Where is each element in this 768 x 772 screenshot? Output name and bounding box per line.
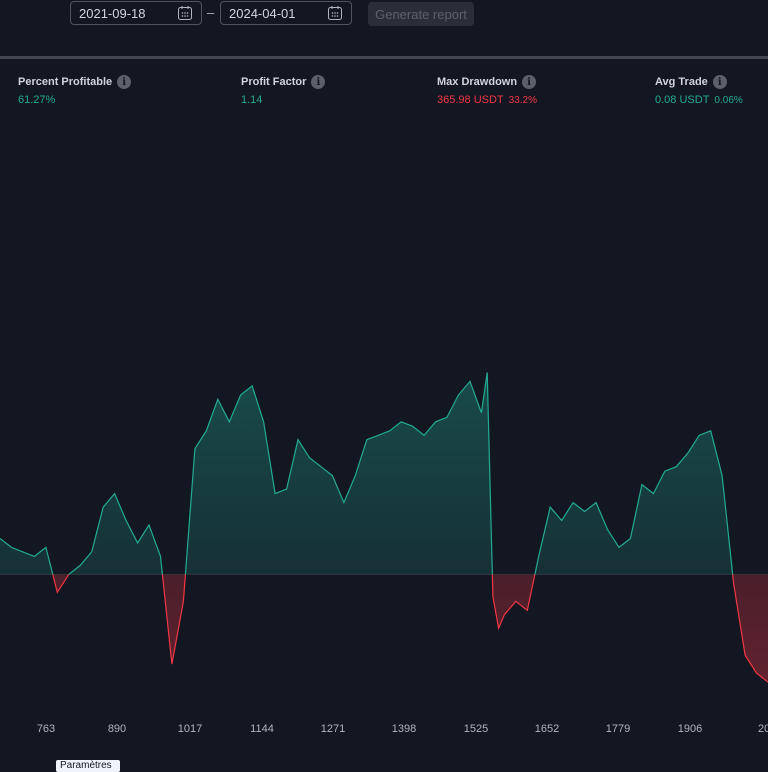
metric-label: Profit Factor xyxy=(241,76,307,88)
metric-value: 0.08 USDT xyxy=(655,94,710,106)
x-tick-label: 1906 xyxy=(678,723,702,735)
metric-value: 365.98 USDT xyxy=(437,94,504,106)
info-icon[interactable]: i xyxy=(522,75,537,89)
metric-value: 1.14 xyxy=(241,94,263,106)
equity-chart[interactable]: 763 890 1017 1144 1271 1398 1525 1652 1779 1906 20… xyxy=(0,330,768,750)
end-date-input[interactable]: 2024-04-01 xyxy=(220,1,352,25)
metric-label: Percent Profitable xyxy=(18,76,113,88)
calendar-icon[interactable] xyxy=(177,5,193,21)
x-tick-label: 763 xyxy=(37,723,55,735)
metric-avg-trade: Avg Trade i 0.08 USDT 0.06% xyxy=(655,75,743,106)
x-tick-label: 1398 xyxy=(392,723,416,735)
metric-percent: 0.06% xyxy=(714,95,743,106)
metric-percent: 33.2% xyxy=(508,95,538,106)
x-tick-label: 1271 xyxy=(321,723,345,735)
date-range-separator: – xyxy=(207,5,215,20)
metric-max-drawdown: Max Drawdown i 365.98 USDT 33.2% xyxy=(437,75,537,106)
x-tick-label: 1144 xyxy=(250,723,274,735)
metric-label: Avg Trade xyxy=(655,76,708,88)
calendar-icon[interactable] xyxy=(327,5,343,21)
x-tick-label: 890 xyxy=(108,723,126,735)
metric-value: 61.27% xyxy=(18,94,56,106)
metric-label: Max Drawdown xyxy=(437,76,518,88)
x-tick-label: 1017 xyxy=(178,723,202,735)
info-icon[interactable]: i xyxy=(311,75,326,89)
metric-profit-factor: Profit Factor i 1.14 xyxy=(241,75,326,106)
report-toolbar: 2021-09-18 – 2024-04-01 Generate report xyxy=(0,0,768,30)
x-tick-label: 1525 xyxy=(464,723,488,735)
settings-tooltip: Paramètres xyxy=(56,760,120,772)
generate-report-button[interactable]: Generate report xyxy=(368,2,474,26)
info-icon[interactable]: i xyxy=(117,75,132,89)
end-date-value: 2024-04-01 xyxy=(229,5,296,21)
metric-percent-profitable: Percent Profitable i 61.27% xyxy=(18,75,132,106)
start-date-input[interactable]: 2021-09-18 xyxy=(70,1,202,25)
start-date-value: 2021-09-18 xyxy=(79,5,146,21)
x-tick-label: 203 xyxy=(758,723,768,735)
section-divider xyxy=(0,56,768,59)
x-tick-label: 1779 xyxy=(606,723,630,735)
info-icon[interactable]: i xyxy=(712,75,727,89)
x-tick-label: 1652 xyxy=(535,723,559,735)
equity-area-positive xyxy=(0,372,733,575)
